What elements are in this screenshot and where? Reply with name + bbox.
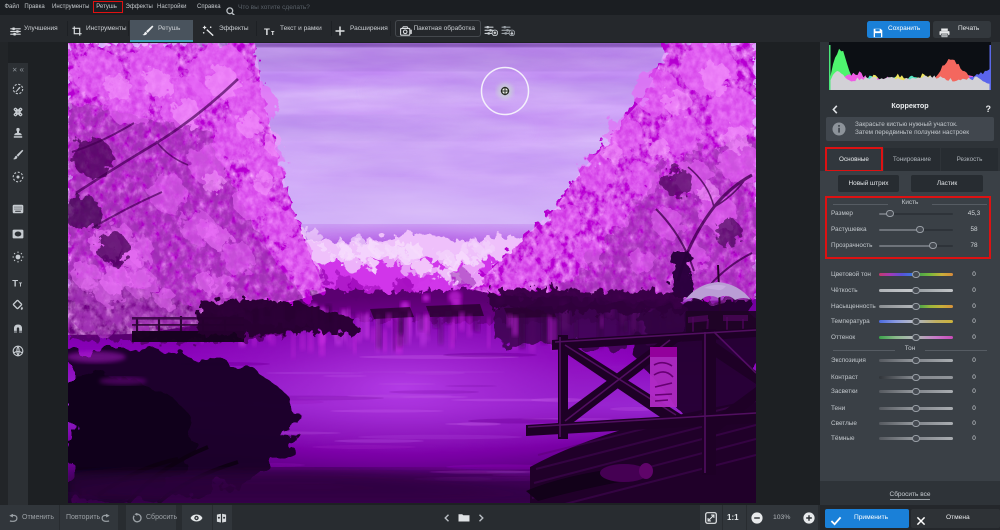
svg-text:T: T bbox=[264, 27, 270, 36]
svg-text:т: т bbox=[19, 282, 23, 288]
svg-text:т: т bbox=[271, 30, 275, 36]
svg-text:T: T bbox=[12, 278, 18, 288]
